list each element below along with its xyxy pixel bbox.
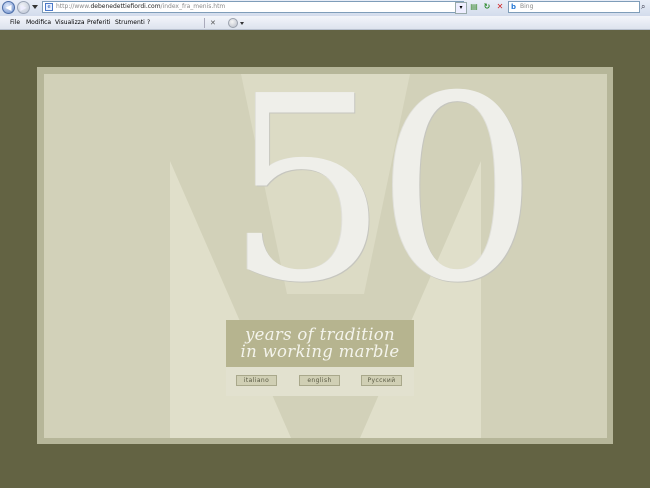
address-dropdown-icon[interactable]: ▾ bbox=[455, 2, 467, 14]
address-bar[interactable]: e http://www.debenedettiefiordi.com/inde… bbox=[42, 1, 464, 13]
search-icon[interactable]: ⌕ bbox=[641, 2, 645, 12]
search-input[interactable]: b Bing bbox=[508, 1, 640, 13]
menu-preferiti[interactable]: Preferiti bbox=[87, 16, 111, 30]
menu-bar: File Modifica Visualizza Preferiti Strum… bbox=[0, 16, 650, 30]
page-icon: e bbox=[45, 3, 53, 11]
fifty-years-number: 50 bbox=[226, 74, 538, 339]
stop-icon[interactable]: ✕ bbox=[495, 2, 505, 12]
menu-modifica[interactable]: Modifica bbox=[26, 16, 51, 30]
address-path: /index_fra_menis.htm bbox=[160, 3, 226, 10]
intro-panel: 50 years of tradition in working marble … bbox=[44, 74, 607, 438]
compatibility-view-icon[interactable]: ▤ bbox=[469, 2, 479, 12]
forward-arrow-icon[interactable]: ▶ bbox=[17, 1, 30, 14]
tab-dropdown-icon[interactable] bbox=[240, 22, 244, 25]
slogan-line-2: in working marble bbox=[240, 342, 400, 361]
browser-toolbar: ◀ ▶ e http://www.debenedettiefiordi.com/… bbox=[0, 0, 650, 16]
address-prefix: http://www. bbox=[56, 3, 91, 10]
language-button-russian[interactable]: Русский bbox=[361, 375, 402, 386]
address-domain: debenedettiefiordi.com bbox=[90, 3, 161, 10]
refresh-icon[interactable]: ↻ bbox=[482, 2, 492, 12]
new-tab-icon[interactable] bbox=[228, 18, 238, 28]
slogan-band: years of tradition in working marble bbox=[226, 320, 414, 367]
menu-help[interactable]: ? bbox=[147, 16, 150, 30]
language-button-italiano[interactable]: italiano bbox=[236, 375, 277, 386]
slogan-box: years of tradition in working marble ita… bbox=[226, 320, 414, 396]
history-dropdown-icon[interactable] bbox=[32, 5, 38, 9]
menu-visualizza[interactable]: Visualizza bbox=[55, 16, 85, 30]
search-placeholder: Bing bbox=[520, 3, 534, 10]
back-arrow-icon[interactable]: ◀ bbox=[2, 1, 15, 14]
close-tab-icon[interactable]: ✕ bbox=[210, 16, 216, 30]
menu-file[interactable]: File bbox=[10, 16, 20, 30]
menu-strumenti[interactable]: Strumenti bbox=[115, 16, 145, 30]
language-button-english[interactable]: english bbox=[299, 375, 340, 386]
menu-separator bbox=[204, 18, 205, 28]
bing-icon: b bbox=[511, 3, 517, 11]
